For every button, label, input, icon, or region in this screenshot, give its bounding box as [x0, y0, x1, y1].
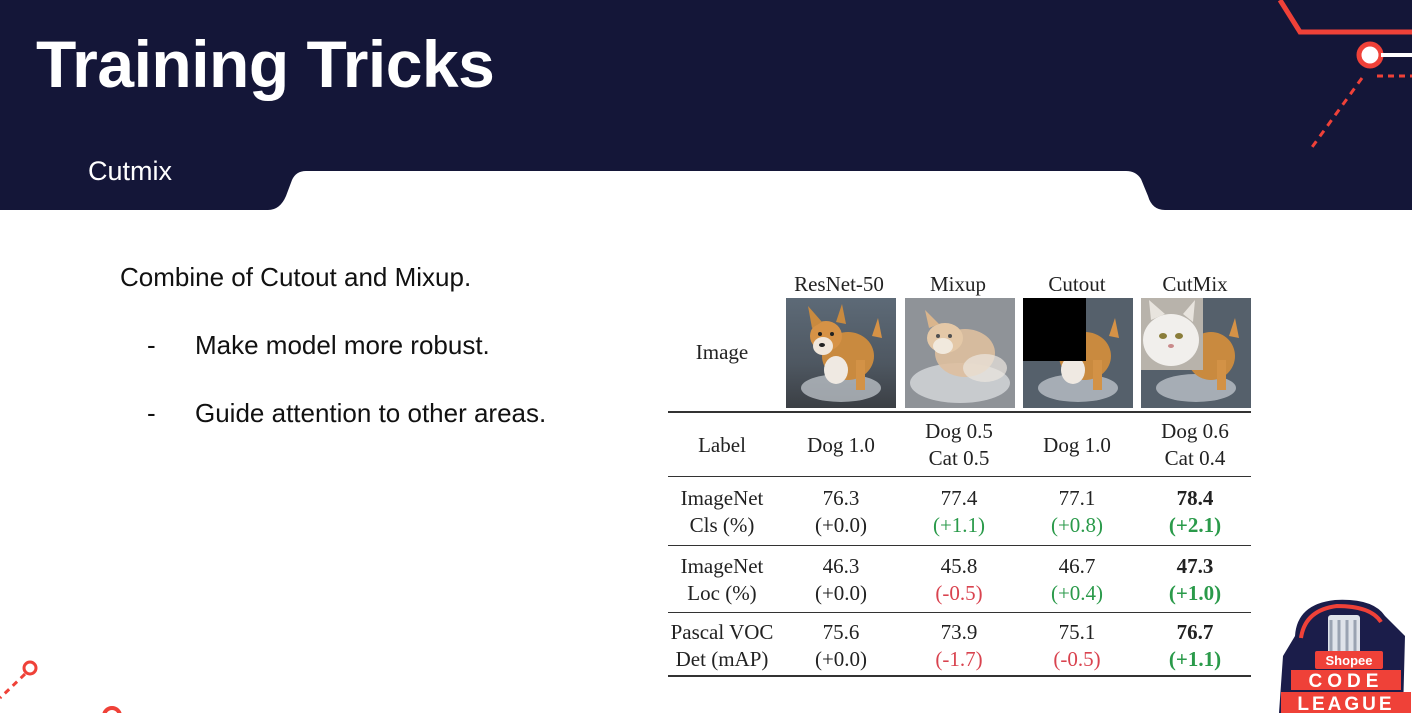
row-label: ImageNet Loc (%): [680, 554, 764, 605]
table-rule: [668, 675, 1251, 677]
dog-image: [786, 298, 896, 408]
metric-cell: 77.4 (+1.1): [932, 486, 986, 537]
row-label: Label: [698, 433, 746, 457]
bullet-text: Make model more robust.: [195, 330, 490, 360]
metric-cell: 77.1 (+0.8): [1050, 486, 1104, 537]
decoration-lines: [0, 660, 122, 713]
section-subtitle: Cutmix: [88, 156, 173, 186]
column-header: ResNet-50: [794, 272, 884, 296]
logo-brand: Shopee: [1326, 653, 1373, 668]
page-title: Training Tricks: [36, 27, 495, 101]
column-header: CutMix: [1162, 272, 1228, 296]
label-cell: Dog 1.0: [807, 433, 875, 457]
metric-cell: 46.7 (+0.4): [1050, 554, 1104, 605]
mixup-image: [905, 298, 1015, 408]
bullet-dash: -: [147, 398, 156, 428]
logo-word2: LEAGUE: [1297, 694, 1394, 713]
label-cell: Dog 0.5 Cat 0.5: [925, 419, 993, 470]
cutout-image: [1023, 298, 1133, 408]
bullet-text: Guide attention to other areas.: [195, 398, 547, 428]
metric-cell: 46.3 (+0.0): [814, 554, 868, 605]
table-rule: [668, 545, 1251, 546]
metric-cell-best: 76.7 (+1.1): [1168, 620, 1222, 671]
accent-node-icon: [1356, 41, 1384, 69]
metric-cell-best: 78.4 (+2.1): [1168, 486, 1222, 537]
bullet-dash: -: [147, 330, 156, 360]
lead-text: Combine of Cutout and Mixup.: [120, 262, 472, 292]
logo-word1: CODE: [1309, 671, 1384, 692]
label-cell: Dog 0.6 Cat 0.4: [1161, 419, 1229, 470]
metric-cell: 45.8 (-0.5): [935, 554, 983, 605]
metric-cell: 73.9 (-1.7): [935, 620, 983, 671]
metric-cell: 75.6 (+0.0): [814, 620, 868, 671]
row-label: Pascal VOC Det (mAP): [670, 620, 774, 671]
cutmix-image: [1141, 298, 1251, 408]
metric-cell: 75.1 (-0.5): [1053, 620, 1101, 671]
metric-cell: 76.3 (+0.0): [814, 486, 868, 537]
metric-cell-best: 47.3 (+1.0): [1168, 554, 1222, 605]
row-label: ImageNet Cls (%): [680, 486, 764, 537]
table-rule: [668, 612, 1251, 613]
header-band: Training Tricks Cutmix: [0, 0, 1412, 210]
label-cell: Dog 1.0: [1043, 433, 1111, 457]
code-league-logo: Shopee CODE LEAGUE: [1275, 596, 1412, 715]
table-rule: [668, 476, 1251, 477]
column-header: Cutout: [1048, 272, 1106, 296]
table-rule: [668, 411, 1251, 413]
row-label-image: Image: [695, 340, 749, 364]
column-header: Mixup: [929, 272, 986, 296]
